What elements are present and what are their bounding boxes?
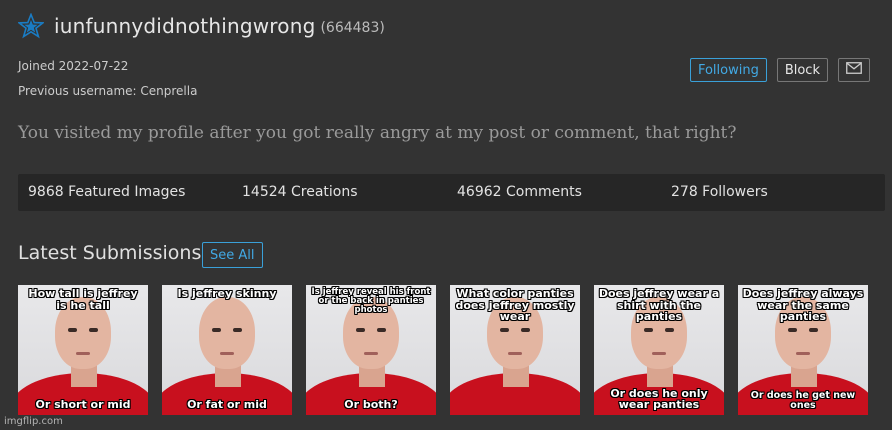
stat-followers[interactable]: 278 Followers: [671, 184, 768, 200]
message-button[interactable]: [838, 58, 870, 82]
meme-bottom-caption: Or does he get new ones: [750, 390, 856, 412]
stat-featured-images[interactable]: 9868 Featured Images: [28, 184, 185, 200]
submissions-grid: How tall is jeffrey is he tall Or short …: [18, 285, 868, 415]
following-button[interactable]: Following: [689, 58, 767, 82]
user-id: (664483): [320, 20, 385, 36]
username: iunfunnydidnothingwrong: [54, 14, 316, 38]
submission-thumbnail[interactable]: What color panties does jeffrey mostly w…: [450, 285, 580, 415]
block-button[interactable]: Block: [776, 58, 828, 82]
see-all-button[interactable]: See All: [202, 242, 263, 268]
stats-bar: 9868 Featured Images 14524 Creations 469…: [18, 174, 885, 211]
stat-comments[interactable]: 46962 Comments: [457, 184, 582, 200]
latest-submissions-title: Latest Submissions: [18, 242, 202, 264]
meme-top-caption: Is jeffrey reveal his front or the back …: [311, 287, 431, 315]
profile-header: iunfunnydidnothingwrong (664483): [16, 12, 385, 40]
imgflip-watermark: imgflip.com: [4, 416, 63, 427]
meme-bottom-caption: Or does he only wear panties: [610, 386, 708, 412]
submission-thumbnail[interactable]: Does jeffrey always wear the same pantie…: [738, 285, 868, 415]
meme-top-caption: Does jeffrey wear a shirt with the panti…: [598, 287, 720, 324]
profile-actions: Following Block: [689, 58, 870, 82]
star-icon: [16, 12, 46, 39]
meme-bottom-caption: Or both?: [344, 398, 398, 412]
submission-thumbnail[interactable]: How tall is jeffrey is he tall Or short …: [18, 285, 148, 415]
previous-username: Previous username: Cenprella: [18, 84, 198, 98]
submission-thumbnail[interactable]: Is jeffrey skinny Or fat or mid: [162, 285, 292, 415]
submission-thumbnail[interactable]: Is jeffrey reveal his front or the back …: [306, 285, 436, 415]
meme-bottom-caption: Or fat or mid: [187, 398, 267, 412]
meme-top-caption: How tall is jeffrey is he tall: [28, 287, 138, 312]
profile-bio: You visited my profile after you got rea…: [18, 123, 737, 143]
meme-top-caption: Is jeffrey skinny: [177, 287, 277, 300]
envelope-icon: [846, 62, 862, 78]
meme-bottom-caption: Or short or mid: [35, 398, 131, 412]
joined-date: Joined 2022-07-22: [18, 59, 129, 73]
meme-top-caption: Does jeffrey always wear the same pantie…: [742, 287, 864, 324]
submission-thumbnail[interactable]: Does jeffrey wear a shirt with the panti…: [594, 285, 724, 415]
stat-creations[interactable]: 14524 Creations: [242, 184, 358, 200]
meme-top-caption: What color panties does jeffrey mostly w…: [455, 287, 575, 324]
